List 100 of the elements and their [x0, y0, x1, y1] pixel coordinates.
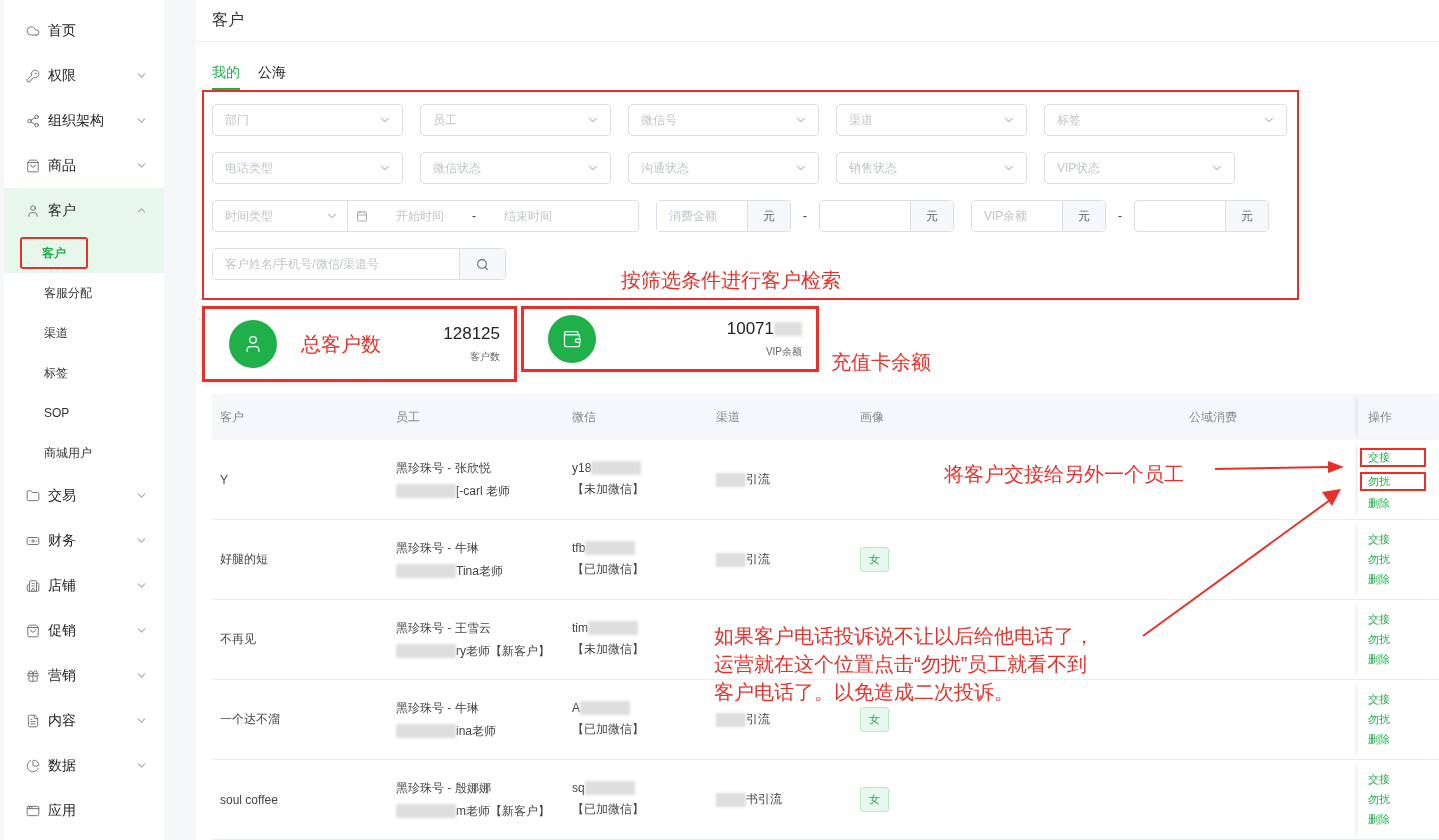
action-link[interactable]: 交接: [1368, 532, 1439, 547]
table-cell-text: 一个达不溜: [219, 711, 281, 728]
bag-icon: [26, 158, 40, 173]
staff-note: ina老师: [396, 722, 564, 740]
gender-tag: 女: [860, 707, 889, 732]
action-link[interactable]: 删除: [1368, 812, 1439, 827]
select-field[interactable]: 沟通状态: [628, 152, 819, 184]
search-button[interactable]: [459, 249, 505, 279]
staff-name: 黑珍珠号 - 张欣悦: [396, 459, 492, 477]
staff-name: 黑珍珠号 - 牛琳: [396, 699, 480, 717]
building-icon: [26, 578, 40, 593]
nav-item[interactable]: 内容: [4, 698, 164, 743]
staff-name: 黑珍珠号 - 王雪云: [396, 619, 492, 637]
key-icon: [26, 68, 40, 83]
action-link[interactable]: 交接: [1368, 612, 1439, 627]
wechat-id: y18: [572, 461, 708, 475]
wechat-status: 【已加微信】: [572, 561, 645, 578]
user-icon: [26, 203, 40, 218]
annotation-text: 如果客户电话投诉说不让以后给他电话了， 运营就在这个位置点击“勿扰”员工就看不到 客户电话了。以免造成二次投诉。: [714, 624, 1094, 705]
select-field[interactable]: VIP状态: [1044, 152, 1235, 184]
staff-name: 黑珍珠号 - 殷娜娜: [396, 779, 492, 797]
nav-item[interactable]: 首页: [4, 8, 164, 53]
nav-subitem[interactable]: 客户: [20, 237, 88, 269]
nav-subitem[interactable]: 商城用户: [22, 437, 114, 469]
column-header: 员工: [395, 408, 421, 426]
select-field[interactable]: 微信状态: [420, 152, 611, 184]
column-header: 微信: [571, 408, 597, 426]
action-link[interactable]: 勿扰: [1368, 792, 1439, 807]
action-link[interactable]: 勿扰: [1368, 552, 1439, 567]
tab[interactable]: 我的: [212, 64, 240, 90]
table-cell-text: soul coffee: [219, 792, 279, 807]
calendar-icon: [356, 210, 368, 222]
wechat-status: 【未加微信】: [572, 481, 645, 498]
nav-item[interactable]: 交易: [4, 473, 164, 518]
action-link[interactable]: 删除: [1368, 652, 1439, 667]
range-dash: -: [1118, 209, 1122, 223]
search-field[interactable]: 客户姓名/手机号/微信/渠道号: [212, 248, 506, 280]
action-link[interactable]: 删除: [1368, 496, 1439, 511]
nav-item[interactable]: 应用: [4, 788, 164, 833]
nav-item[interactable]: 客户: [4, 188, 164, 233]
nav-item[interactable]: 数据: [4, 743, 164, 788]
wechat-id: A: [572, 701, 708, 715]
staff-name: 黑珍珠号 - 牛琳: [396, 539, 480, 557]
gender-tag: 女: [860, 547, 889, 572]
nav-item[interactable]: 权限: [4, 53, 164, 98]
app-icon: [26, 803, 40, 818]
pie-chart-icon: [26, 758, 40, 773]
stat-value: 128125: [443, 324, 500, 344]
action-link[interactable]: 删除: [1368, 572, 1439, 587]
table-cell-text: 不再见: [219, 631, 257, 648]
amount-field[interactable]: VIP余额 元: [971, 200, 1106, 232]
action-link[interactable]: 交接: [1368, 772, 1439, 787]
channel-text: 引流: [716, 711, 852, 728]
column-header: 操作: [1358, 394, 1439, 440]
annotation-text: 将客户交接给另外一个员工: [944, 463, 1184, 485]
select-field[interactable]: 微信号: [628, 104, 819, 136]
nav-item[interactable]: 组织架构: [4, 98, 164, 143]
wechat-id: sq: [572, 781, 708, 795]
select-field[interactable]: 销售状态: [836, 152, 1027, 184]
bag-icon: [26, 623, 40, 638]
gender-tag: 女: [860, 787, 889, 812]
nav-subitem[interactable]: 客服分配: [22, 277, 114, 309]
staff-note: Tina老师: [396, 562, 564, 580]
nav-subitem[interactable]: 渠道: [22, 317, 90, 349]
channel-text: 书引流: [716, 791, 852, 808]
wechat-status: 【已加微信】: [572, 721, 645, 738]
annotation-text: 按筛选条件进行客户检索: [621, 269, 841, 291]
nav-item[interactable]: 财务: [4, 518, 164, 563]
action-link[interactable]: 勿扰: [1368, 712, 1439, 727]
share-icon: [26, 113, 40, 128]
select-field[interactable]: 部门: [212, 104, 403, 136]
action-link[interactable]: 勿扰: [1368, 632, 1439, 647]
action-link[interactable]: 删除: [1368, 732, 1439, 747]
select-field[interactable]: 员工: [420, 104, 611, 136]
action-link[interactable]: 交接: [1368, 692, 1439, 707]
table-cell-text: Y: [219, 472, 229, 487]
nav-item[interactable]: 促销: [4, 608, 164, 653]
select-field[interactable]: 渠道: [836, 104, 1027, 136]
select-field[interactable]: 电话类型: [212, 152, 403, 184]
action-link[interactable]: 勿扰: [1360, 472, 1426, 491]
stat-label: VIP余额: [765, 345, 802, 359]
nav-item[interactable]: 商品: [4, 143, 164, 188]
select-field[interactable]: 标签: [1044, 104, 1287, 136]
range-dash: -: [803, 209, 807, 223]
amount-field[interactable]: 元: [819, 200, 954, 232]
nav-item[interactable]: 营销: [4, 653, 164, 698]
wallet-icon: [562, 329, 582, 349]
action-link[interactable]: 交接: [1360, 448, 1426, 467]
date-range-field[interactable]: 时间类型 开始时间 - 结束时间: [212, 200, 639, 232]
gift-icon: [26, 668, 40, 683]
nav-item[interactable]: 店铺: [4, 563, 164, 608]
nav-subitem[interactable]: 标签: [22, 357, 90, 389]
staff-note: [-carl 老师: [396, 482, 564, 500]
wechat-status: 【已加微信】: [572, 801, 645, 818]
nav-subitem[interactable]: SOP: [22, 397, 92, 429]
tab[interactable]: 公海: [258, 64, 286, 90]
amount-field[interactable]: 消费金额 元: [656, 200, 791, 232]
amount-field[interactable]: 元: [1134, 200, 1269, 232]
annotation-text: 充值卡余额: [831, 351, 931, 373]
column-header: 画像: [859, 408, 885, 426]
